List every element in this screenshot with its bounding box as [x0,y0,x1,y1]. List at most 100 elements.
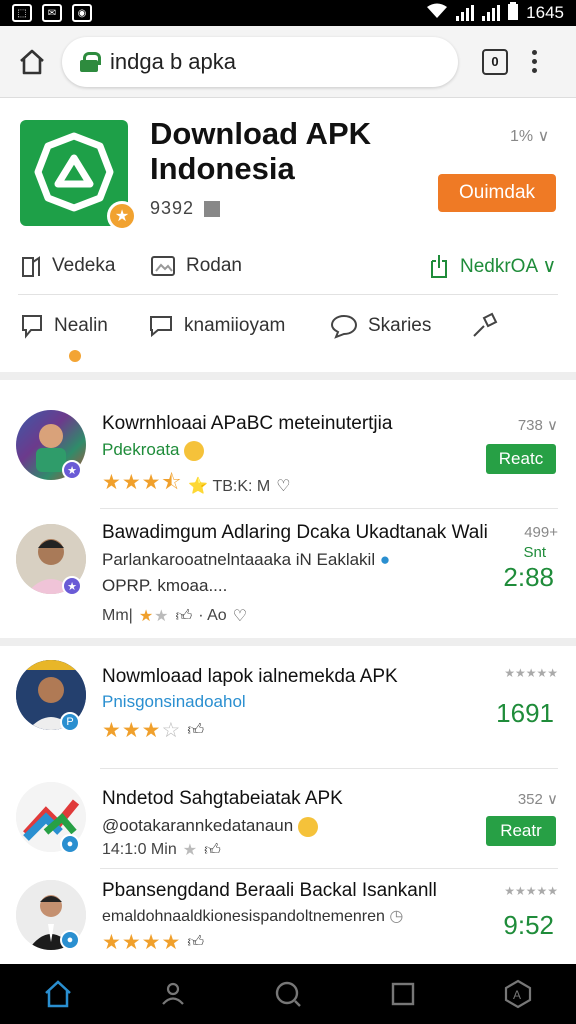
section-gap [0,638,576,646]
item-meta: Mm| ★★ 👍︎ · Ao ♡ [102,607,248,625]
clock: 1645 [526,3,564,22]
item-count: 352 ∨ [517,791,558,808]
like-icon: 👍︎ [204,841,221,859]
emoji-icon [297,816,318,837]
featured-star-icon: ★ [107,201,137,231]
verified-icon: ● [60,834,80,854]
share-arrow-icon[interactable] [470,306,498,346]
get-button[interactable]: Reatc [486,444,556,474]
action-skaries[interactable]: Skaries [330,306,431,346]
browser-toolbar: indga b apka 0 [0,26,576,98]
bottom-navigation: A [0,964,576,1024]
app-list-section-2: P Nowmloaad lapok ialnemekda APK Pnisgon… [0,646,576,964]
item-score: 1691 [496,698,554,728]
action-rodan[interactable]: Rodan [150,246,242,286]
emoji-icon [184,440,205,461]
screenshot-icon: ⬚ [12,4,32,22]
item-meta: ★★★⯪ ⭐ TB:K: M ♡ [102,468,291,503]
overflow-menu-icon[interactable] [532,50,537,73]
item-subtitle: Pdekroata [102,440,205,461]
battery-icon [508,1,519,25]
signal-icon-2 [482,5,501,21]
svg-text:A: A [513,988,521,1002]
install-button[interactable]: Ouimdak [438,174,556,212]
verified-icon: ● [60,930,80,950]
list-item[interactable]: ★ Bawadimgum Adlaring Dcaka Ukadtanak Wa… [0,510,576,636]
settings-nav-icon[interactable]: A [498,974,538,1014]
chat-icon [150,316,172,338]
item-score: 2:88 [503,562,554,592]
item-count: 499+ [524,524,558,541]
rating-mini-stars: ★★★★★ [504,666,558,680]
app-notification-icon: ◉ [72,4,92,22]
active-indicator [69,350,81,362]
rating-mini-stars: ★★★★★ [504,884,558,898]
get-button[interactable]: Reatr [486,816,556,846]
recents-nav-icon[interactable] [383,974,423,1014]
item-meta: 14:1:0 Min ★ 👍︎ [102,841,221,859]
item-count: 738 ∨ [517,417,558,434]
list-item[interactable]: ● Pbansengdand Beraali Backal Isankanll … [0,870,576,964]
url-text: indga b apka [110,48,236,74]
rating-stars: ★★★☆ [102,719,182,742]
rating-stars: ★★★★ [102,931,182,954]
list-item[interactable]: P Nowmloaad lapok ialnemekda APK Pnisgon… [0,646,576,766]
clock-icon: ◷ [389,908,404,925]
list-item[interactable]: ● Nndetod Sahgtabeiatak APK @ootakarannk… [0,770,576,866]
verified-icon: ★ [62,576,82,596]
tabs-button[interactable]: 0 [482,48,508,75]
message-icon: ✉ [42,4,62,22]
app-list-section-1: ★ Kowrnhloaai APaBC meteinutertjia Pdekr… [0,388,576,638]
heart-icon: ♡ [232,608,248,625]
item-title: Bawadimgum Adlaring Dcaka Ukadtanak Wali [102,522,488,543]
item-subtitle: Pnisgonsinadoahol [102,692,246,711]
item-subtitle: emaldohnaaldkionesispandoltnemenren ◷ [102,908,404,925]
verified-icon: P [60,712,80,732]
action-knamiioyam[interactable]: knamiioyam [148,306,285,346]
home-icon[interactable] [16,46,48,78]
address-bar[interactable]: indga b apka [62,36,458,87]
item-score: 9:52 [503,910,554,940]
share-icon [431,255,447,278]
lock-icon [80,51,101,72]
divider [18,294,558,295]
action-vedeka[interactable]: Vedeka [20,246,115,286]
like-icon: 👍︎ [187,934,205,951]
like-icon: 👍︎ [187,722,205,739]
home-nav-icon[interactable] [38,974,78,1014]
item-title: Nowmloaad lapok ialnemekda APK [102,666,398,687]
divider [100,508,558,509]
divider [100,868,558,869]
list-item[interactable]: ★ Kowrnhloaai APaBC meteinutertjia Pdekr… [0,388,576,508]
item-title: Nndetod Sahgtabeiatak APK [102,788,343,809]
app-header-card: ★ Download APK Indonesia 9392 1% ∨ Ouimd… [0,98,576,380]
verified-badge-icon: ● [379,550,391,569]
action-row-1: Vedeka Rodan NedkrOA ∨ [20,246,560,286]
comment-icon [22,315,42,339]
heart-icon: ♡ [276,477,291,495]
wifi-icon [426,3,448,24]
signal-icon [456,5,475,21]
verified-icon: ★ [62,460,82,480]
action-nedkroa[interactable]: NedkrOA ∨ [428,246,556,286]
item-title: Kowrnhloaai APaBC meteinutertjia [102,413,393,434]
rating-stars: ★★ [138,608,170,625]
action-nealin[interactable]: Nealin [20,306,108,346]
item-subtitle: Parlankarooatnelntaaaka iN Eaklakil ● [102,550,391,569]
item-subtitle-2: OPRP. kmoaa.... [102,576,228,595]
speech-bubble-icon [330,314,358,339]
search-nav-icon[interactable] [268,974,308,1014]
info-icon [204,201,221,218]
status-bar: ⬚ ✉ ◉ 1645 [0,0,576,26]
like-icon: 👍︎ [175,607,193,625]
profile-nav-icon[interactable] [153,974,193,1014]
item-meta: ★★★☆ 👍︎ [102,718,204,743]
item-subtitle: @ootakarannkedatanaun [102,816,318,837]
bookmark-icon [22,256,40,277]
app-rating: 9392 [150,198,221,219]
item-meta: ★★★★ 👍︎ [102,930,204,955]
item-title: Pbansengdand Beraali Backal Isankanll [102,880,437,901]
image-icon [151,256,175,276]
download-count: 1% ∨ [510,128,550,145]
action-row-2: Nealin knamiioyam Skaries [20,306,560,346]
